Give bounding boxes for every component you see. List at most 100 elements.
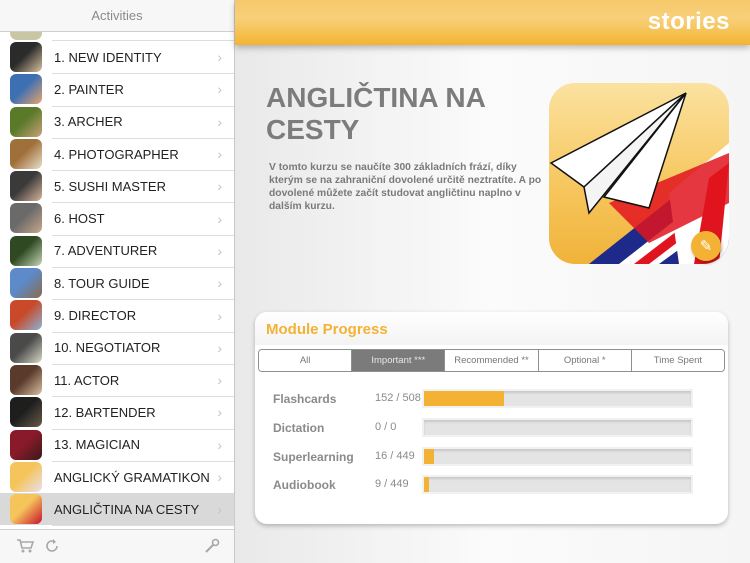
thumbnail	[10, 364, 42, 395]
course-description: V tomto kurzu se naučíte 300 základních …	[269, 162, 542, 212]
chevron-right-icon: ›	[217, 436, 222, 453]
tab-time-spent[interactable]: Time Spent	[631, 350, 724, 371]
progress-row: Audiobook 9 / 449	[255, 474, 728, 496]
list-item[interactable]: 3. ARCHER ›	[0, 106, 234, 139]
list-item[interactable]: 2. PAINTER ›	[0, 73, 234, 107]
sidebar-footer	[0, 529, 234, 563]
list-item-label: 5. SUSHI MASTER	[54, 178, 166, 194]
list-item-label: 3. ARCHER	[54, 114, 123, 130]
chevron-right-icon: ›	[217, 146, 222, 163]
chevron-right-icon: ›	[217, 178, 222, 195]
progress-bar	[422, 418, 693, 437]
thumbnail	[10, 429, 42, 460]
thumbnail	[10, 235, 42, 266]
thumbnail	[10, 42, 42, 72]
list-item[interactable]: 6. HOST ›	[0, 202, 234, 236]
list-item-label: 7. ADVENTURER	[54, 243, 158, 259]
progress-bar	[422, 475, 693, 494]
thumbnail	[10, 268, 42, 299]
list-item[interactable]: 13. MAGICIAN ›	[0, 429, 234, 462]
list-item-label: 13. MAGICIAN	[54, 437, 140, 453]
thumbnail	[10, 171, 42, 202]
chevron-right-icon: ›	[217, 81, 222, 98]
progress-count: 152 / 508	[375, 392, 421, 404]
chevron-right-icon: ›	[217, 469, 222, 485]
thumbnail	[10, 74, 42, 105]
progress-fill	[424, 449, 434, 464]
cart-icon[interactable]	[16, 538, 35, 559]
top-bar: stories	[235, 0, 750, 45]
list-item[interactable]: 5. SUSHI MASTER ›	[0, 170, 234, 204]
progress-filter-tabs: All Important *** Recommended ** Optional *…	[258, 349, 725, 372]
list-item-label: 2. PAINTER	[54, 81, 124, 97]
module-progress-panel: Module Progress All Important *** Recommen…	[255, 312, 728, 524]
tab-important[interactable]: Important ***	[352, 350, 446, 371]
sidebar-title: Activities	[91, 8, 143, 23]
list-item[interactable]: 12. BARTENDER ›	[0, 396, 234, 430]
thumbnail	[10, 138, 42, 169]
progress-count: 0 / 0	[375, 421, 397, 433]
main-panel: stories ANGLIČTINA NA CESTY V tomto kurz…	[235, 0, 750, 563]
tab-all[interactable]: All	[259, 350, 353, 371]
progress-label: Superlearning	[273, 450, 354, 464]
activity-list[interactable]: 1. NEW IDENTITY › 2. PAINTER › 3. ARCHER › 4. …	[0, 32, 234, 529]
progress-bar	[422, 389, 693, 408]
panel-title: Module Progress	[266, 321, 388, 338]
list-item[interactable]: 11. ACTOR ›	[0, 364, 234, 398]
chevron-right-icon: ›	[217, 404, 222, 421]
tab-optional[interactable]: Optional *	[538, 350, 632, 371]
chevron-right-icon: ›	[217, 339, 222, 356]
refresh-icon[interactable]	[44, 538, 60, 559]
chevron-right-icon: ›	[217, 49, 222, 66]
list-item-label: 8. TOUR GUIDE	[54, 275, 150, 291]
thumbnail	[10, 332, 42, 363]
progress-count: 16 / 449	[375, 450, 415, 462]
thumbnail	[10, 397, 42, 428]
list-item-label: 1. NEW IDENTITY	[54, 49, 162, 65]
list-item-label: ANGLICKÝ GRAMATIKON	[54, 469, 210, 485]
panel-header: Module Progress	[255, 312, 728, 345]
list-item[interactable]: ANGLIČTINA NA CESTY ›	[0, 493, 234, 527]
chevron-right-icon: ›	[217, 372, 222, 389]
list-item-label: 10. NEGOTIATOR	[54, 340, 161, 356]
thumbnail	[10, 461, 42, 492]
thumbnail	[10, 32, 42, 40]
sidebar-header: Activities	[0, 0, 234, 32]
list-item[interactable]: 1. NEW IDENTITY ›	[0, 41, 234, 75]
list-item[interactable]: 10. NEGOTIATOR ›	[0, 332, 234, 365]
chevron-right-icon: ›	[217, 210, 222, 227]
list-item-label: ANGLIČTINA NA CESTY	[54, 501, 200, 517]
progress-bar	[422, 447, 693, 466]
progress-label: Flashcards	[273, 392, 337, 406]
sidebar: Activities 1. NEW IDENTITY › 2. PAINTER › 3.…	[0, 0, 235, 563]
list-item[interactable]: 4. PHOTOGRAPHER ›	[0, 138, 234, 172]
thumbnail	[10, 494, 42, 525]
chevron-right-icon: ›	[217, 113, 222, 130]
thumbnail	[10, 300, 42, 331]
progress-row: Dictation 0 / 0	[255, 417, 728, 439]
progress-row: Flashcards 152 / 508	[255, 388, 728, 410]
chevron-right-icon: ›	[217, 307, 222, 324]
app: Activities 1. NEW IDENTITY › 2. PAINTER › 3.…	[0, 0, 750, 563]
course-title: ANGLIČTINA NA CESTY	[266, 82, 485, 145]
list-item-label: 6. HOST	[54, 211, 105, 227]
list-item[interactable]: 8. TOUR GUIDE ›	[0, 267, 234, 301]
thumbnail	[10, 203, 42, 234]
progress-count: 9 / 449	[375, 478, 409, 490]
chevron-right-icon: ›	[217, 275, 222, 292]
list-item[interactable]: 9. DIRECTOR ›	[0, 299, 234, 333]
edit-icon[interactable]: ✎	[691, 231, 721, 261]
tab-recommended[interactable]: Recommended **	[445, 350, 539, 371]
chevron-right-icon: ›	[217, 242, 222, 259]
list-item[interactable]: 7. ADVENTURER ›	[0, 235, 234, 269]
brand-logo: stories	[647, 8, 730, 35]
list-item-partial[interactable]	[10, 32, 234, 41]
wrench-icon[interactable]	[204, 538, 220, 559]
progress-fill	[424, 477, 430, 492]
list-item[interactable]: ANGLICKÝ GRAMATIKON ›	[0, 461, 234, 495]
progress-fill	[424, 391, 504, 406]
progress-label: Dictation	[273, 421, 325, 435]
list-item-label: 9. DIRECTOR	[54, 308, 137, 324]
list-item-label: 12. BARTENDER	[54, 404, 156, 420]
thumbnail	[10, 106, 42, 137]
